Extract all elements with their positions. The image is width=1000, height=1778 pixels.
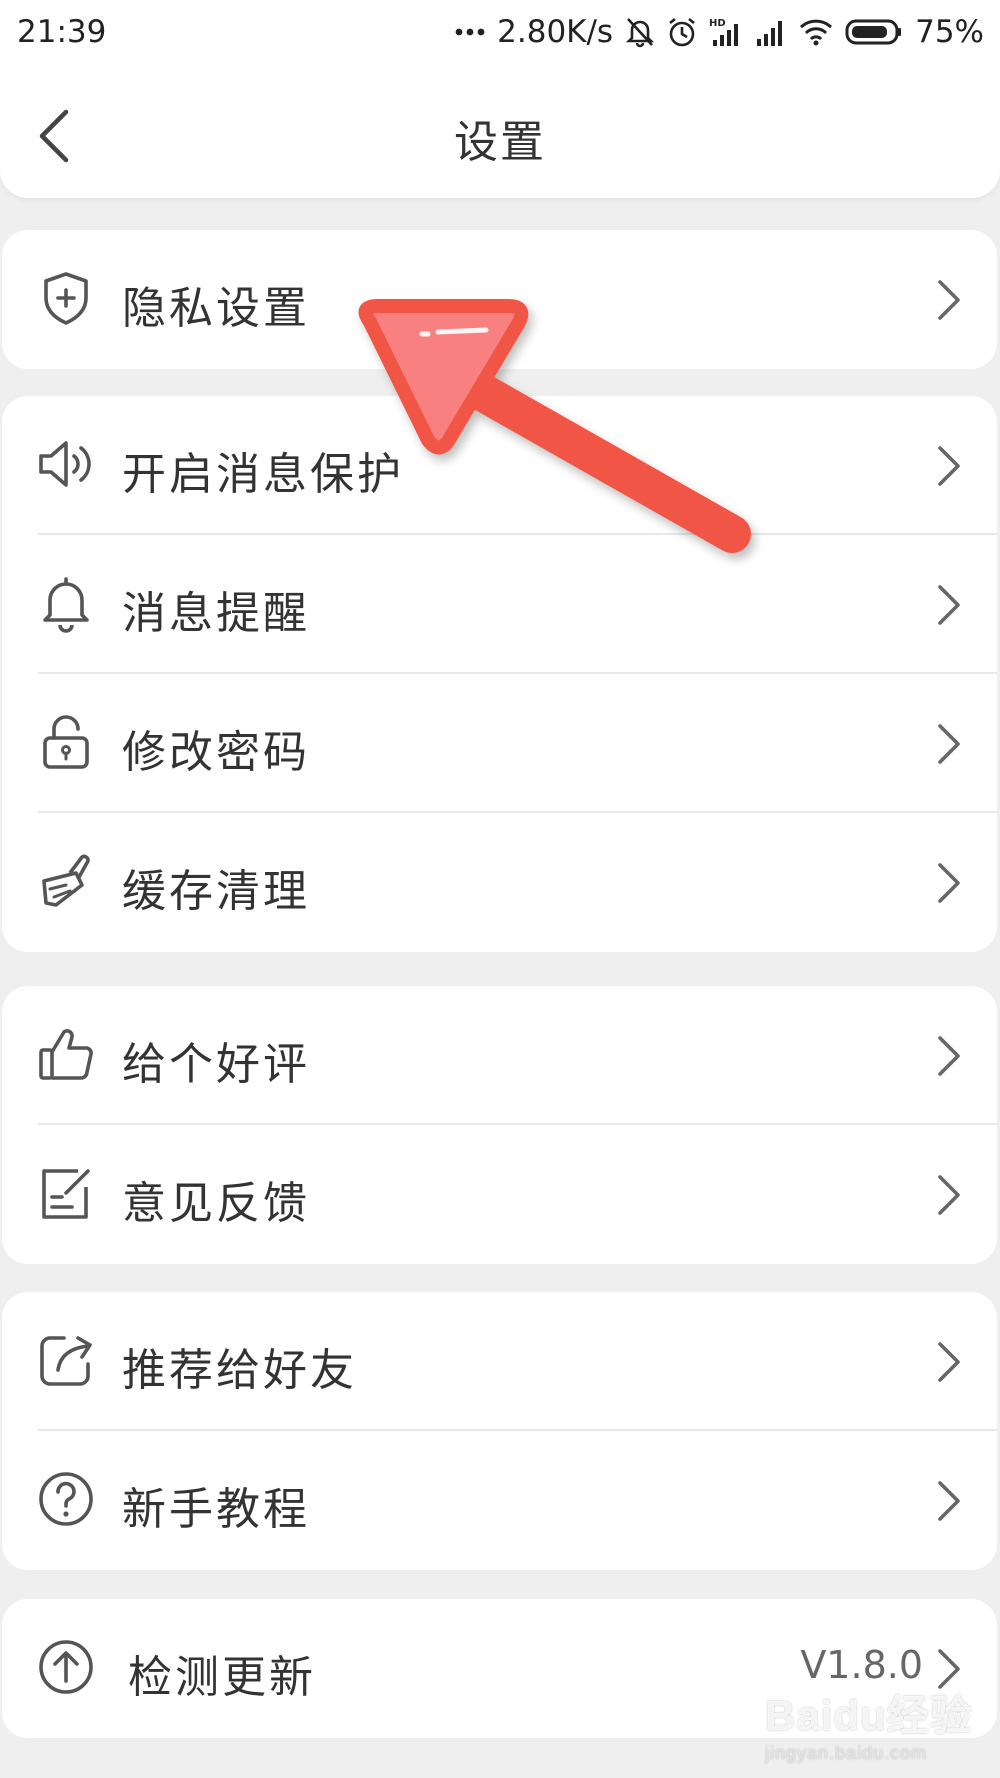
chevron-right-icon <box>935 721 963 767</box>
network-speed: 2.80K/s <box>497 14 614 50</box>
bell-icon <box>36 573 96 633</box>
hd-signal-icon: HD <box>709 16 743 48</box>
svg-text:HD: HD <box>709 18 726 29</box>
mute-icon <box>625 16 655 48</box>
share-icon <box>36 1330 96 1390</box>
chevron-right-icon <box>935 443 963 489</box>
settings-item-label: 隐私设置 <box>122 283 310 334</box>
watermark: Baidu经验 jingyan.baidu.com <box>765 1682 975 1763</box>
settings-item-message-protection[interactable]: 开启消息保护 <box>2 396 997 535</box>
shield-plus-icon <box>36 268 96 328</box>
feedback-edit-icon <box>36 1163 96 1223</box>
settings-item-label: 给个好评 <box>122 1039 310 1090</box>
speaker-icon <box>36 434 96 494</box>
chevron-right-icon <box>935 582 963 628</box>
lock-icon <box>36 712 96 772</box>
settings-group-messages: 开启消息保护 消息提醒 修改密码 缓存清理 <box>2 396 997 952</box>
settings-item-recommend[interactable]: 推荐给好友 <box>2 1292 997 1431</box>
version-value: V1.8.0 <box>800 1643 923 1687</box>
settings-group-feedback: 给个好评 意见反馈 <box>2 986 997 1264</box>
signal-icon <box>755 17 787 47</box>
help-circle-icon <box>36 1469 96 1529</box>
chevron-right-icon <box>935 277 963 323</box>
chevron-right-icon <box>935 860 963 906</box>
settings-item-label: 缓存清理 <box>122 866 310 917</box>
settings-item-label: 推荐给好友 <box>122 1345 357 1396</box>
settings-group-privacy: 隐私设置 <box>2 230 997 369</box>
settings-group-share: 推荐给好友 新手教程 <box>2 1292 997 1570</box>
settings-item-clear-cache[interactable]: 缓存清理 <box>2 813 997 952</box>
status-time: 21:39 <box>17 14 107 50</box>
battery-percent: 75% <box>915 14 984 50</box>
chevron-right-icon <box>935 1478 963 1524</box>
more-dots-icon <box>455 27 485 37</box>
watermark-url: jingyan.baidu.com <box>765 1743 928 1763</box>
chevron-right-icon <box>935 1033 963 1079</box>
settings-item-change-password[interactable]: 修改密码 <box>2 674 997 813</box>
settings-item-label: 开启消息保护 <box>122 449 404 500</box>
status-bar: 21:39 2.80K/s HD 75% <box>0 0 1000 70</box>
upload-circle-icon <box>36 1637 96 1697</box>
settings-item-message-reminder[interactable]: 消息提醒 <box>2 535 997 674</box>
settings-item-label: 检测更新 <box>128 1652 316 1703</box>
settings-item-label: 意见反馈 <box>122 1178 310 1229</box>
settings-item-privacy[interactable]: 隐私设置 <box>2 230 997 369</box>
wifi-icon <box>799 18 833 46</box>
settings-item-label: 消息提醒 <box>122 588 310 639</box>
thumbs-up-icon <box>36 1024 96 1084</box>
chevron-right-icon <box>935 1172 963 1218</box>
status-icons: 2.80K/s HD 75% <box>455 12 984 52</box>
settings-item-label: 修改密码 <box>122 727 310 778</box>
header-bar: 设置 <box>0 70 1000 198</box>
watermark-brand: Baidu经验 <box>765 1692 973 1739</box>
settings-item-feedback[interactable]: 意见反馈 <box>2 1125 997 1264</box>
battery-icon <box>845 18 903 46</box>
settings-item-tutorial[interactable]: 新手教程 <box>2 1431 997 1570</box>
settings-item-rate[interactable]: 给个好评 <box>2 986 997 1125</box>
alarm-icon <box>667 16 697 48</box>
chevron-right-icon <box>935 1339 963 1385</box>
page-title: 设置 <box>454 117 546 168</box>
settings-item-label: 新手教程 <box>122 1484 310 1535</box>
broom-icon <box>36 851 96 911</box>
